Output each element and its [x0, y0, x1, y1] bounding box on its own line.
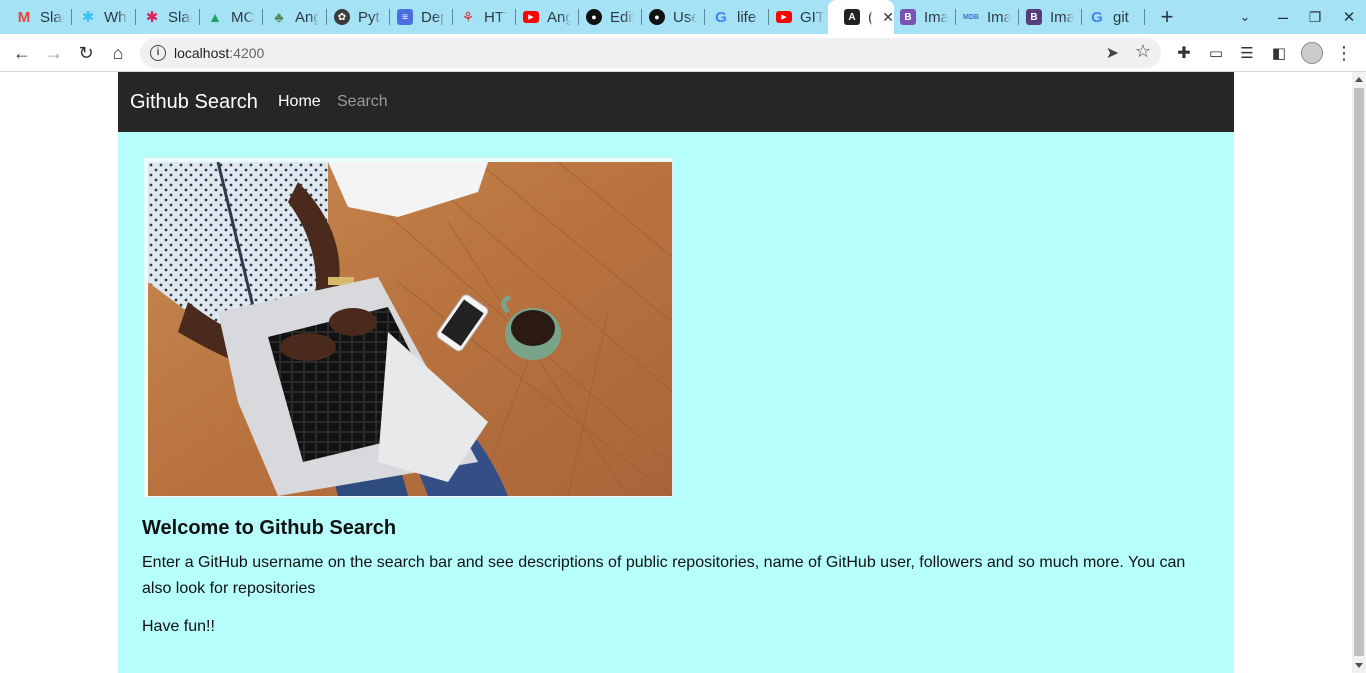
hero-image	[148, 162, 672, 496]
drive-icon: ▲	[208, 9, 222, 25]
back-icon[interactable]: ←	[8, 39, 36, 67]
google-icon: G	[715, 8, 727, 26]
pointer-icon: ⚘	[461, 8, 475, 25]
navbar-brand[interactable]: Github Search	[130, 91, 258, 114]
angular-icon: A	[844, 9, 860, 25]
info-icon[interactable]: i	[150, 45, 166, 61]
restore-icon[interactable]: ❐	[1302, 0, 1328, 34]
side-panel-icon[interactable]: ◧	[1265, 39, 1293, 67]
chevron-down-icon[interactable]: ⌄	[1232, 0, 1258, 34]
docs-icon: ≡	[397, 9, 413, 25]
browser-tab[interactable]: ♣ Ang	[255, 0, 327, 34]
address-bar[interactable]: i localhost:4200 ➤ ☆	[140, 38, 1161, 68]
navbar: Github Search Home Search	[118, 72, 1234, 132]
browser-tab[interactable]: ▶ GIT	[760, 0, 832, 34]
extensions-icon[interactable]: ✚	[1170, 39, 1198, 67]
home-content: Welcome to Github Search Enter a GitHub …	[118, 132, 1234, 673]
reload-icon[interactable]: ↻	[72, 39, 100, 67]
home-icon[interactable]: ⌂	[104, 39, 132, 67]
nav-link-home[interactable]: Home	[278, 93, 321, 111]
browser-tab[interactable]: ▲ MC	[191, 0, 263, 34]
browser-tab[interactable]: G git	[1073, 0, 1145, 34]
browser-tab[interactable]: ● Use	[633, 0, 705, 34]
github-icon: ●	[586, 9, 602, 25]
new-tab-icon[interactable]: +	[1152, 0, 1182, 34]
page-viewport: Github Search Home Search Welcome to Git…	[0, 72, 1352, 673]
browser-toolbar: ← → ↻ ⌂ i localhost:4200 ➤ ☆ ✚ ▭ ☰ ◧ ⋮	[0, 34, 1366, 72]
scroll-down-icon[interactable]	[1355, 663, 1363, 668]
gmail-icon: M	[17, 8, 31, 26]
youtube-icon: ▶	[776, 11, 792, 23]
python-icon: ✿	[334, 9, 350, 25]
intro-text: Enter a GitHub username on the search ba…	[142, 554, 1186, 597]
app-container: Github Search Home Search Welcome to Git…	[118, 72, 1234, 673]
browser-tab[interactable]: ● Edit	[570, 0, 642, 34]
scrollbar-thumb[interactable]	[1354, 88, 1364, 656]
browser-tab[interactable]: ✱ Wh	[64, 0, 136, 34]
scroll-up-icon[interactable]	[1355, 77, 1363, 82]
browser-tab[interactable]: ✿ Pyt	[318, 0, 390, 34]
youtube-icon: ▶	[523, 11, 539, 23]
closing-text: Have fun!!	[142, 618, 215, 635]
forward-icon[interactable]: →	[40, 39, 68, 67]
star-icon[interactable]: ☆	[1135, 41, 1151, 62]
window-close-icon[interactable]: ✕	[1336, 0, 1362, 34]
tree-icon: ♣	[274, 9, 284, 25]
bootstrap-icon: B	[1026, 9, 1042, 25]
browser-tab[interactable]: ⚘ HTT	[444, 0, 516, 34]
browser-tab[interactable]: ≡ Dep	[381, 0, 453, 34]
browser-tab[interactable]: B Ima	[1010, 0, 1082, 34]
github-icon: ●	[649, 9, 665, 25]
slack-icon: ✱	[81, 9, 95, 26]
mdb-icon: MDB	[963, 13, 979, 21]
browser-tab[interactable]: B Ima	[884, 0, 956, 34]
welcome-heading: Welcome to Github Search	[142, 517, 397, 539]
avatar[interactable]	[1298, 39, 1326, 67]
browser-tab[interactable]: MDB Ima	[947, 0, 1019, 34]
nav-link-search[interactable]: Search	[337, 93, 388, 111]
page-scrollbar[interactable]	[1352, 72, 1366, 673]
media-icon[interactable]: ☰	[1233, 39, 1261, 67]
slack-icon: ✱	[145, 9, 159, 26]
browser-tab[interactable]: ▶ Ang	[507, 0, 579, 34]
browser-tab-strip: M Slac ✱ Wh ✱ Slac ▲ MC ♣ Ang ✿ Pyt ≡ De…	[0, 0, 1366, 34]
url-text[interactable]: localhost:4200	[174, 45, 264, 61]
bootstrap-icon: B	[900, 9, 916, 25]
menu-icon[interactable]: ⋮	[1330, 39, 1358, 67]
browser-tab[interactable]: G life	[697, 0, 769, 34]
minimize-icon[interactable]: –	[1270, 0, 1296, 34]
send-icon[interactable]: ➤	[1106, 43, 1119, 63]
cast-icon[interactable]: ▭	[1202, 39, 1230, 67]
google-icon: G	[1091, 8, 1103, 26]
browser-tab[interactable]: M Slac	[0, 0, 72, 34]
browser-tab[interactable]: ✱ Slac	[128, 0, 200, 34]
hero-image-frame	[143, 157, 673, 498]
